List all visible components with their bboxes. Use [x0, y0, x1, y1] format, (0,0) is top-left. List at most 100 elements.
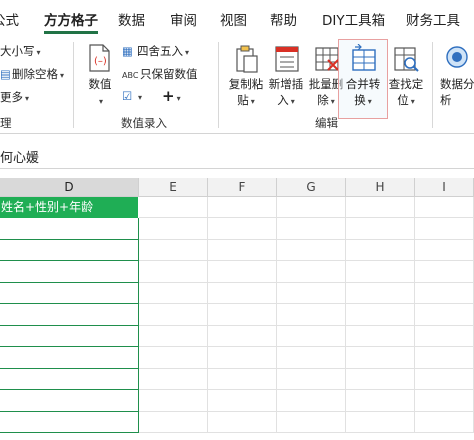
- grid-cell[interactable]: [346, 368, 415, 390]
- grid-cell[interactable]: [277, 239, 346, 261]
- grid-cell[interactable]: [346, 347, 415, 369]
- tab-finance-tools[interactable]: 财务工具: [406, 9, 460, 29]
- grid-cell[interactable]: [139, 411, 208, 433]
- merge-convert-button[interactable]: 合并转换 ▾: [341, 76, 385, 110]
- grid-cell[interactable]: [208, 304, 277, 326]
- column-header-g[interactable]: G: [277, 178, 346, 197]
- formula-bar[interactable]: 何心媛: [0, 141, 474, 169]
- grid-cell[interactable]: [0, 304, 139, 326]
- value-button[interactable]: 数值 ▾: [85, 76, 115, 110]
- grid-cell[interactable]: [208, 261, 277, 283]
- grid-cell[interactable]: [415, 218, 474, 240]
- grid-cell[interactable]: [208, 347, 277, 369]
- grid-cell[interactable]: [346, 261, 415, 283]
- column-header-d[interactable]: D: [0, 178, 139, 197]
- grid-cell[interactable]: [415, 282, 474, 304]
- column-header-i[interactable]: I: [415, 178, 474, 197]
- tab-formula[interactable]: 公式: [0, 9, 19, 29]
- copy-paste-button[interactable]: 复制粘贴 ▾: [224, 76, 268, 110]
- grid-cell[interactable]: [208, 325, 277, 347]
- grid-cell[interactable]: [0, 411, 139, 433]
- grid-cell[interactable]: [277, 325, 346, 347]
- grid-cell[interactable]: [208, 411, 277, 433]
- grid-cell[interactable]: [0, 368, 139, 390]
- grid-cell[interactable]: [0, 390, 139, 412]
- find-locate-button[interactable]: 查找定位 ▾: [384, 76, 428, 110]
- grid-cell[interactable]: [277, 411, 346, 433]
- data-analysis-icon: [446, 46, 468, 68]
- header-cell-name-gender-age[interactable]: 姓名+性别+年龄: [0, 197, 138, 218]
- tab-fangfanggezi[interactable]: 方方格子: [44, 9, 98, 29]
- grid-cell[interactable]: [208, 368, 277, 390]
- grid-cell[interactable]: [346, 197, 415, 218]
- grid-cell[interactable]: [208, 239, 277, 261]
- grid-cell[interactable]: [0, 218, 139, 240]
- grid-cell[interactable]: [208, 197, 277, 218]
- value-icon: (–): [89, 44, 110, 72]
- grid-cell[interactable]: [415, 197, 474, 218]
- grid-cell[interactable]: [277, 368, 346, 390]
- grid-cell[interactable]: [415, 239, 474, 261]
- grid-cell[interactable]: [346, 411, 415, 433]
- checkbox-tool-button[interactable]: ☑ ▾: [122, 89, 142, 103]
- grid-cell[interactable]: [277, 282, 346, 304]
- grid-cell[interactable]: [0, 325, 139, 347]
- grid-cell[interactable]: [415, 411, 474, 433]
- keep-value-button[interactable]: ABC 只保留数值: [122, 66, 198, 82]
- grid-cell[interactable]: [346, 239, 415, 261]
- grid-cell[interactable]: [277, 218, 346, 240]
- grid-cell[interactable]: [277, 347, 346, 369]
- tab-view[interactable]: 视图: [220, 9, 247, 29]
- plus-icon: +: [162, 87, 175, 105]
- data-analysis-button[interactable]: 数据分析: [440, 76, 474, 108]
- column-header-f[interactable]: F: [208, 178, 277, 197]
- grid-cell[interactable]: [415, 390, 474, 412]
- column-header-e[interactable]: E: [139, 178, 208, 197]
- grid-cell[interactable]: [346, 325, 415, 347]
- grid-cell[interactable]: [139, 347, 208, 369]
- grid-cell[interactable]: [139, 261, 208, 283]
- grid-cell[interactable]: [139, 368, 208, 390]
- tab-review[interactable]: 审阅: [170, 9, 197, 29]
- grid-cell[interactable]: [139, 304, 208, 326]
- grid-cell[interactable]: [346, 282, 415, 304]
- grid-cell[interactable]: [415, 347, 474, 369]
- tab-help[interactable]: 帮助: [270, 9, 297, 29]
- ribbon-tab-bar: 公式 方方格子 数据 审阅 视图 帮助 DIY工具箱 财务工具: [0, 0, 474, 38]
- grid-cell[interactable]: [0, 261, 139, 283]
- grid-cell[interactable]: [139, 239, 208, 261]
- grid-cell[interactable]: [0, 282, 139, 304]
- grid-cell[interactable]: [208, 218, 277, 240]
- round-button[interactable]: ▦ 四舍五入 ▾: [122, 43, 189, 59]
- grid-cell[interactable]: [139, 282, 208, 304]
- grid-cell[interactable]: [139, 197, 208, 218]
- plus-minus-button[interactable]: + ▾: [162, 87, 181, 105]
- grid-cell[interactable]: [139, 218, 208, 240]
- grid-cell[interactable]: [277, 304, 346, 326]
- column-header-h[interactable]: H: [346, 178, 415, 197]
- grid-cell[interactable]: [277, 261, 346, 283]
- tab-diy-toolbox[interactable]: DIY工具箱: [322, 9, 385, 29]
- grid-cell[interactable]: [415, 304, 474, 326]
- grid-cell[interactable]: [277, 197, 346, 218]
- spreadsheet-grid[interactable]: D E F G H I 姓名+性别+年龄: [0, 178, 474, 440]
- tab-data[interactable]: 数据: [118, 9, 145, 29]
- grid-cell[interactable]: [346, 390, 415, 412]
- grid-cell[interactable]: [415, 261, 474, 283]
- grid-cell[interactable]: [346, 218, 415, 240]
- grid-cell[interactable]: [415, 368, 474, 390]
- grid-cell[interactable]: [208, 282, 277, 304]
- grid-cell[interactable]: [346, 304, 415, 326]
- case-button[interactable]: 大小写 ▾: [0, 43, 41, 59]
- grid-cell[interactable]: [0, 347, 139, 369]
- grid-cell[interactable]: [0, 239, 139, 261]
- round-icon: ▦: [122, 44, 133, 58]
- more-button[interactable]: 更多 ▾: [0, 89, 29, 105]
- delete-space-button[interactable]: ▤删除空格 ▾: [0, 66, 64, 82]
- grid-cell[interactable]: [208, 390, 277, 412]
- grid-cell[interactable]: [139, 325, 208, 347]
- grid-cell[interactable]: [139, 390, 208, 412]
- grid-cell[interactable]: [277, 390, 346, 412]
- insert-button[interactable]: 新增插入 ▾: [264, 76, 308, 110]
- grid-cell[interactable]: [415, 325, 474, 347]
